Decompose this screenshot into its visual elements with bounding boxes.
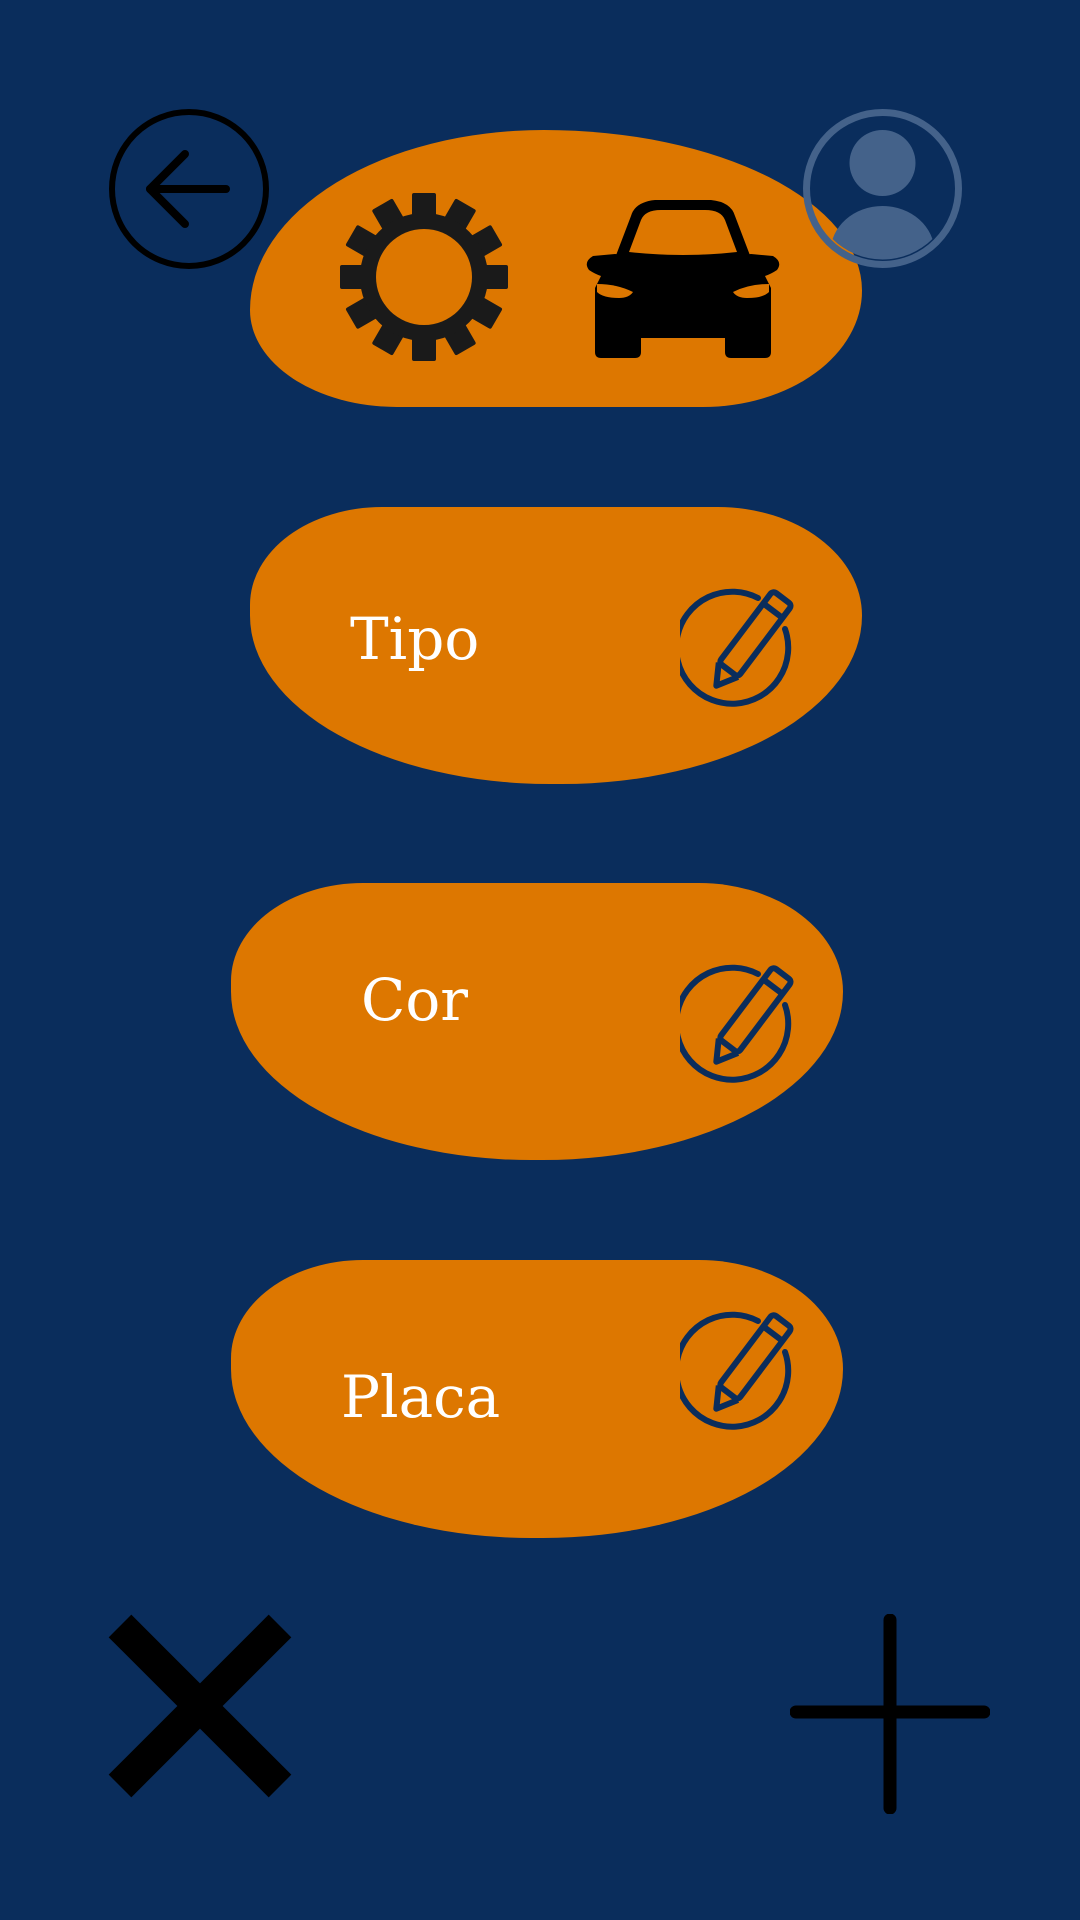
gear-icon bbox=[340, 193, 508, 361]
plus-icon bbox=[789, 1613, 991, 1815]
user-profile-icon bbox=[803, 109, 962, 268]
cancel-button[interactable] bbox=[108, 1614, 292, 1798]
profile-button[interactable] bbox=[801, 107, 964, 270]
field-tipo[interactable]: Tipo bbox=[250, 507, 862, 784]
edit-icon[interactable] bbox=[673, 963, 802, 1085]
car-icon bbox=[575, 188, 791, 360]
edit-icon[interactable] bbox=[673, 587, 802, 709]
close-icon bbox=[108, 1614, 292, 1798]
field-label-tipo: Tipo bbox=[350, 605, 480, 673]
field-placa[interactable]: Placa bbox=[231, 1260, 843, 1538]
field-label-placa: Placa bbox=[341, 1363, 501, 1431]
back-button[interactable] bbox=[108, 108, 270, 270]
back-arrow-icon bbox=[109, 109, 269, 269]
field-label-cor: Cor bbox=[361, 966, 469, 1034]
field-cor[interactable]: Cor bbox=[231, 883, 843, 1160]
edit-icon[interactable] bbox=[673, 1310, 802, 1432]
add-button[interactable] bbox=[789, 1613, 991, 1815]
